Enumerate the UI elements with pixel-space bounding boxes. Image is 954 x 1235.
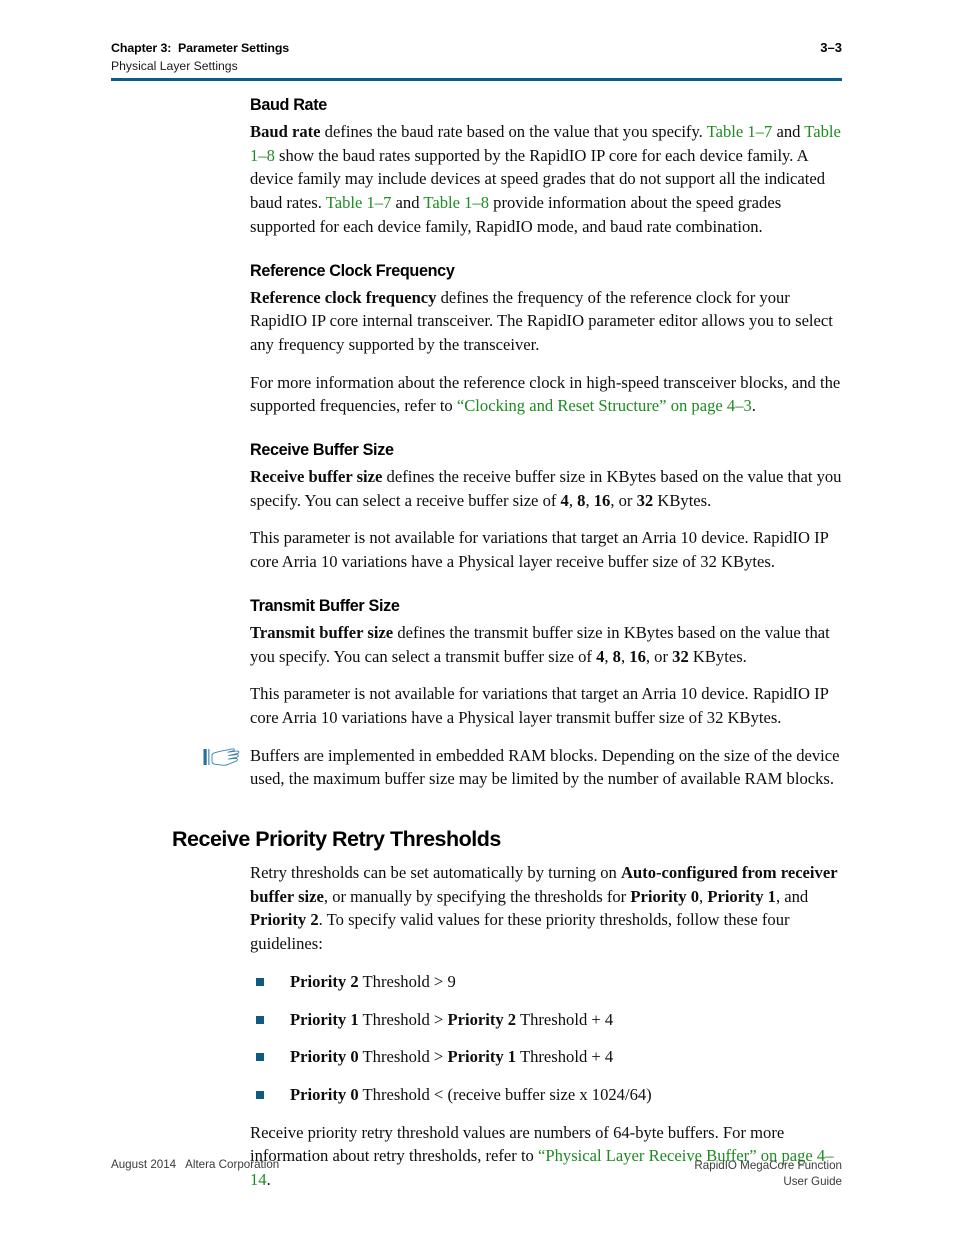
guidelines-list: Priority 2 Threshold > 9 Priority 1 Thre… <box>250 970 842 1107</box>
paragraph-transmit-buffer-2: This parameter is not available for vari… <box>250 684 829 727</box>
pointing-hand-icon <box>203 748 243 770</box>
note-text: Buffers are implemented in embedded RAM … <box>250 745 840 789</box>
term-receive-buffer-size: Receive buffer size <box>250 467 383 487</box>
text-run: , <box>604 646 613 666</box>
document-page: Chapter 3: Parameter Settings 3–3 Physic… <box>0 0 954 1235</box>
text-run: Threshold > 9 <box>358 971 456 991</box>
text-run: Threshold < (receive buffer size x 1024/… <box>358 1084 652 1104</box>
text-run: KBytes. <box>688 646 747 666</box>
page-number: 3–3 <box>820 40 842 55</box>
paragraph-reference-clock-2: For more information about the reference… <box>250 371 842 418</box>
page-content: Baud Rate Baud rate defines the baud rat… <box>0 96 954 1206</box>
paragraph-receive-buffer-2: This parameter is not available for vari… <box>250 528 829 572</box>
text-run: Threshold + 4 <box>516 1047 614 1067</box>
paragraph-reference-clock-1: Reference clock frequency defines the fr… <box>250 286 842 357</box>
xref-table-1-7[interactable]: Table 1–7 <box>707 122 773 141</box>
bullet-square-icon <box>256 1090 264 1099</box>
bullet-term-secondary: Priority 2 <box>447 1009 517 1029</box>
bullet-square-icon <box>256 1015 264 1024</box>
text-run: KBytes. <box>653 490 712 510</box>
header-subtitle: Physical Layer Settings <box>111 59 238 73</box>
text-run: . <box>751 396 756 416</box>
paragraph-receive-buffer-1: Receive buffer size defines the receive … <box>250 465 842 512</box>
xref-table-1-7-b[interactable]: Table 1–7 <box>326 193 392 212</box>
value-16: 16 <box>593 490 611 510</box>
option-priority-1: Priority 1 <box>707 886 776 906</box>
value-4: 4 <box>560 490 569 510</box>
bullet-term-primary: Priority 1 <box>290 1009 359 1029</box>
paragraph-baud-rate: Baud rate defines the baud rate based on… <box>250 120 842 239</box>
header-rule <box>111 78 842 81</box>
list-item: Priority 2 Threshold > 9 <box>250 970 842 994</box>
bullet-term-primary: Priority 0 <box>290 1047 359 1067</box>
text-run: . To specify valid values for these prio… <box>250 910 790 954</box>
bullet-square-icon <box>256 1053 264 1062</box>
xref-table-1-8-b[interactable]: Table 1–8 <box>423 193 489 212</box>
text-run: , and <box>775 886 809 906</box>
bullet-term-primary: Priority 2 <box>290 971 359 991</box>
paragraph-transmit-buffer-1: Transmit buffer size defines the transmi… <box>250 621 842 668</box>
text-run: Retry thresholds can be set automaticall… <box>250 863 621 883</box>
text-run: , or <box>645 646 673 666</box>
footer-doc-subtitle: User Guide <box>783 1175 842 1188</box>
list-item: Priority 0 Threshold > Priority 1 Thresh… <box>250 1045 842 1069</box>
text-run: , or <box>610 490 637 510</box>
text-run: Threshold > <box>358 1009 448 1029</box>
text-run: , or manually by specifying the threshol… <box>323 886 631 906</box>
value-16: 16 <box>629 646 646 666</box>
footer-doc-title: RapidIO MegaCore Function <box>694 1159 842 1172</box>
text-run: , <box>568 490 578 510</box>
heading-reference-clock-frequency: Reference Clock Frequency <box>250 261 455 280</box>
heading-receive-priority-retry-thresholds: Receive Priority Retry Thresholds <box>172 827 501 852</box>
footer-right-text: RapidIO MegaCore Function User Guide <box>694 1158 842 1190</box>
chapter-title: Chapter 3: Parameter Settings <box>111 41 290 55</box>
list-item: Priority 1 Threshold > Priority 2 Thresh… <box>250 1008 842 1032</box>
xref-clocking-and-reset-structure[interactable]: “Clocking and Reset Structure” on page 4… <box>457 396 752 415</box>
value-8: 8 <box>612 646 621 666</box>
value-32: 32 <box>672 646 689 666</box>
text-run: Threshold > <box>358 1047 448 1067</box>
term-reference-clock-frequency: Reference clock frequency <box>250 287 437 307</box>
option-priority-0: Priority 0 <box>630 886 700 906</box>
heading-transmit-buffer-size: Transmit Buffer Size <box>250 596 400 615</box>
text-run: and <box>772 122 805 141</box>
term-transmit-buffer-size: Transmit buffer size <box>250 622 394 642</box>
option-priority-2: Priority 2 <box>250 910 319 930</box>
footer-left-text: August 2014 Altera Corporation <box>111 1158 280 1171</box>
bullet-term-secondary: Priority 1 <box>447 1047 517 1067</box>
bullet-square-icon <box>256 977 264 986</box>
list-item: Priority 0 Threshold < (receive buffer s… <box>250 1083 842 1107</box>
page-footer: August 2014 Altera Corporation RapidIO M… <box>111 1158 842 1190</box>
heading-baud-rate: Baud Rate <box>250 96 327 114</box>
text-run: defines the baud rate based on the value… <box>320 122 707 141</box>
header-top-row: Chapter 3: Parameter Settings 3–3 <box>111 40 842 55</box>
bullet-term-primary: Priority 0 <box>290 1084 359 1104</box>
paragraph-retry-thresholds-intro: Retry thresholds can be set automaticall… <box>250 861 842 956</box>
text-run: , <box>585 490 594 510</box>
value-32: 32 <box>636 490 654 510</box>
heading-receive-buffer-size: Receive Buffer Size <box>250 441 394 460</box>
term-baud-rate: Baud rate <box>250 122 321 141</box>
note-block: Buffers are implemented in embedded RAM … <box>0 744 954 791</box>
page-header: Chapter 3: Parameter Settings 3–3 Physic… <box>111 40 842 73</box>
text-run: and <box>391 193 424 213</box>
text-run: Threshold + 4 <box>516 1009 614 1029</box>
